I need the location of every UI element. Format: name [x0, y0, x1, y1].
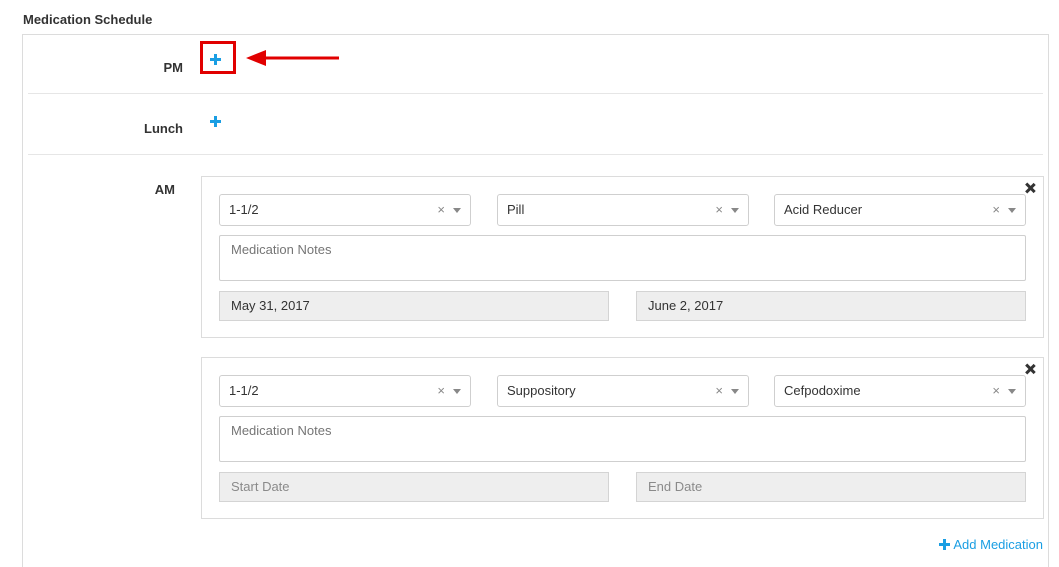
row-label-am: AM	[154, 182, 175, 197]
chevron-down-icon[interactable]	[731, 208, 739, 213]
arrow-left-icon	[246, 50, 339, 66]
medication-notes-input[interactable]	[219, 416, 1026, 462]
medication-card: 1-1/2 × Pill × Acid Reducer × May 31, 20…	[201, 176, 1044, 338]
medication-select[interactable]: Cefpodoxime ×	[774, 375, 1026, 407]
clear-medication-icon[interactable]: ×	[992, 376, 1000, 406]
end-date-input[interactable]: End Date	[636, 472, 1026, 502]
clear-form-icon[interactable]: ×	[715, 195, 723, 225]
medication-value: Cefpodoxime	[784, 383, 861, 398]
clear-medication-icon[interactable]: ×	[992, 195, 1000, 225]
medication-schedule-title: Medication Schedule	[23, 12, 153, 27]
plus-icon	[939, 539, 951, 550]
add-medication-label: Add Medication	[953, 537, 1043, 552]
medication-value: Acid Reducer	[784, 202, 863, 217]
dose-select[interactable]: 1-1/2 ×	[219, 375, 471, 407]
start-date-input[interactable]: Start Date	[219, 472, 609, 502]
clear-dose-icon[interactable]: ×	[437, 376, 445, 406]
add-lunch-button[interactable]	[209, 115, 223, 129]
form-select[interactable]: Suppository ×	[497, 375, 749, 407]
add-medication-link[interactable]: Add Medication	[939, 537, 1043, 552]
form-select[interactable]: Pill ×	[497, 194, 749, 226]
medication-card: 1-1/2 × Suppository × Cefpodoxime × Star…	[201, 357, 1044, 519]
chevron-down-icon[interactable]	[1008, 208, 1016, 213]
chevron-down-icon[interactable]	[731, 389, 739, 394]
divider-lunch	[28, 154, 1043, 155]
dose-value: 1-1/2	[229, 202, 259, 217]
row-label-pm: PM	[163, 60, 184, 75]
dose-value: 1-1/2	[229, 383, 259, 398]
clear-dose-icon[interactable]: ×	[437, 195, 445, 225]
medication-notes-input[interactable]	[219, 235, 1026, 281]
chevron-down-icon[interactable]	[453, 389, 461, 394]
dose-select[interactable]: 1-1/2 ×	[219, 194, 471, 226]
form-value: Pill	[507, 202, 525, 217]
remove-medication-close-icon[interactable]	[1025, 183, 1035, 193]
medication-select[interactable]: Acid Reducer ×	[774, 194, 1026, 226]
form-value: Suppository	[507, 383, 576, 398]
clear-form-icon[interactable]: ×	[715, 376, 723, 406]
highlight-box	[200, 41, 236, 74]
chevron-down-icon[interactable]	[453, 208, 461, 213]
row-label-lunch: Lunch	[144, 121, 183, 136]
chevron-down-icon[interactable]	[1008, 389, 1016, 394]
divider-pm	[28, 93, 1043, 94]
start-date-input[interactable]: May 31, 2017	[219, 291, 609, 321]
remove-medication-close-icon[interactable]	[1025, 364, 1035, 374]
end-date-input[interactable]: June 2, 2017	[636, 291, 1026, 321]
medication-schedule-panel: PM Lunch AM 1-1/2 × Pill × Acid Reducer …	[22, 34, 1049, 567]
